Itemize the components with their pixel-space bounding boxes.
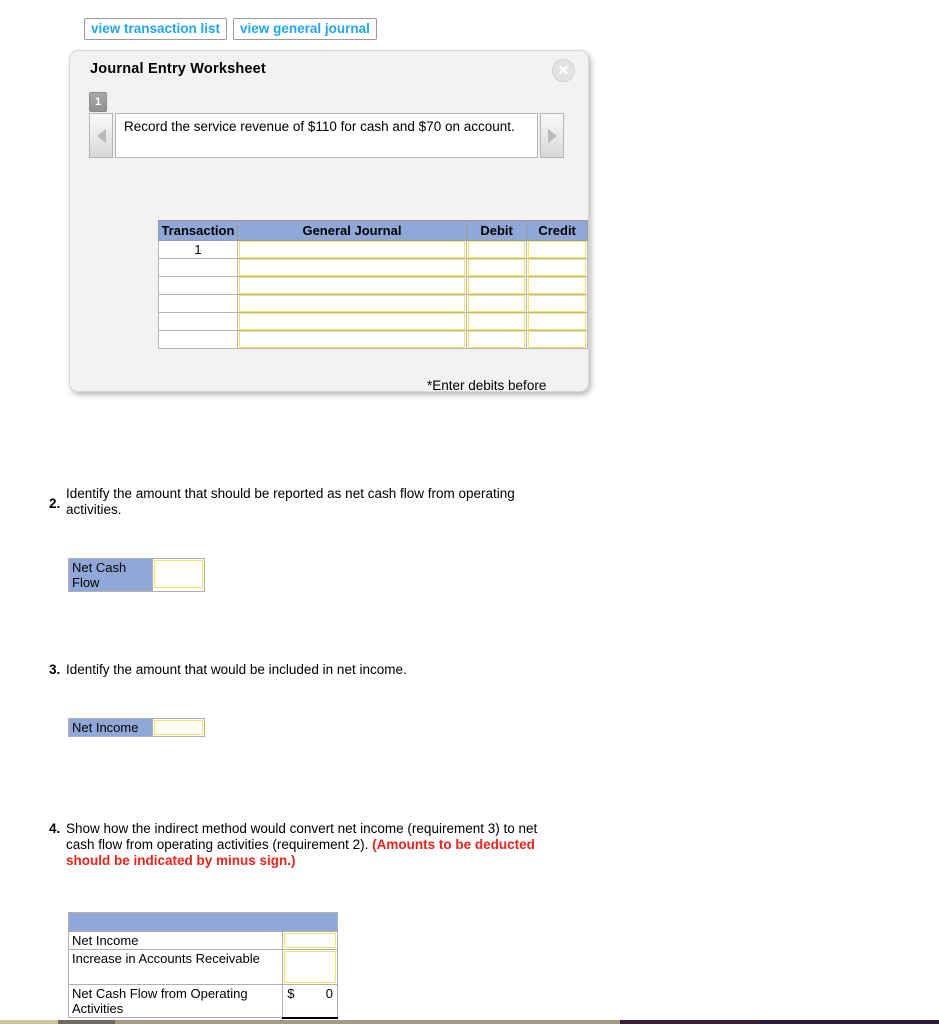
credit-input[interactable] xyxy=(528,313,586,330)
journal-input[interactable] xyxy=(238,295,466,312)
table-row: Net Income xyxy=(67,931,338,950)
journal-input[interactable] xyxy=(238,277,466,294)
journal-entry-worksheet-panel: Journal Entry Worksheet ✕ 1 Record the s… xyxy=(69,50,589,392)
credit-input[interactable] xyxy=(528,277,586,294)
cell-credit[interactable] xyxy=(526,294,588,313)
next-arrow-icon[interactable] xyxy=(540,113,564,158)
cell-debit[interactable] xyxy=(466,276,528,295)
bottom-edge-strip xyxy=(0,1020,939,1024)
table-header-row xyxy=(68,912,338,932)
indirect-table-header xyxy=(68,912,338,932)
table-row xyxy=(158,312,588,331)
cell-general-journal[interactable] xyxy=(236,276,468,295)
debit-input[interactable] xyxy=(468,277,526,294)
journal-input[interactable] xyxy=(238,313,466,330)
cell-debit[interactable] xyxy=(466,240,528,259)
net-cash-flow-value-cell[interactable] xyxy=(151,558,206,592)
cell-general-journal[interactable] xyxy=(236,258,468,277)
cell-transaction xyxy=(158,330,238,349)
row-value-net-income[interactable] xyxy=(282,931,338,950)
table-row: Net Cash Flow xyxy=(68,558,206,592)
question-4-text: Show how the indirect method would conve… xyxy=(66,821,561,869)
credit-input[interactable] xyxy=(528,295,586,312)
cell-credit[interactable] xyxy=(526,312,588,331)
net-cash-flow-table: Net Cash Flow xyxy=(68,558,206,592)
journal-input[interactable] xyxy=(238,259,466,276)
cell-transaction: 1 xyxy=(158,240,238,259)
prev-arrow-icon[interactable] xyxy=(89,113,113,158)
cell-debit[interactable] xyxy=(466,294,528,313)
cell-general-journal[interactable] xyxy=(236,240,468,259)
net-income-table: Net Income xyxy=(67,718,205,737)
table-row xyxy=(158,294,588,313)
question-2-text: Identify the amount that should be repor… xyxy=(66,486,515,517)
row-value-net-cash-flow-operating: $ 0 xyxy=(282,984,338,1019)
transaction-prompt-text: Record the service revenue of $110 for c… xyxy=(115,113,538,158)
net-income-adjust-input[interactable] xyxy=(284,933,336,948)
col-header-debit: Debit xyxy=(466,220,528,241)
increase-ar-input[interactable] xyxy=(284,951,336,983)
debits-before-credits-note: *Enter debits before credits xyxy=(427,378,547,392)
view-toolbar: view transaction list view general journ… xyxy=(84,18,377,40)
cell-transaction xyxy=(158,312,238,331)
cell-credit[interactable] xyxy=(526,240,588,259)
cell-general-journal[interactable] xyxy=(236,312,468,331)
cell-transaction xyxy=(158,258,238,277)
journal-input[interactable] xyxy=(238,331,466,348)
col-header-general-journal: General Journal xyxy=(236,220,468,241)
table-row: 1 xyxy=(158,240,588,259)
row-label-net-income: Net Income xyxy=(67,931,284,950)
table-row: Net Cash Flow from Operating Activities … xyxy=(67,984,338,1019)
table-header-row: Transaction General Journal Debit Credit xyxy=(158,220,588,241)
net-cash-flow-label: Net Cash Flow xyxy=(68,558,153,592)
net-income-label: Net Income xyxy=(67,718,154,737)
debit-input[interactable] xyxy=(468,313,526,330)
table-row xyxy=(158,258,588,277)
view-transaction-list-button[interactable]: view transaction list xyxy=(84,18,228,40)
col-header-transaction: Transaction xyxy=(158,220,238,241)
general-journal-table: Transaction General Journal Debit Credit… xyxy=(158,220,588,349)
cell-general-journal[interactable] xyxy=(236,294,468,313)
cell-general-journal[interactable] xyxy=(236,330,468,349)
cell-debit[interactable] xyxy=(466,330,528,349)
prompt-navigator: Record the service revenue of $110 for c… xyxy=(89,113,564,158)
close-icon[interactable]: ✕ xyxy=(552,59,575,82)
credit-input[interactable] xyxy=(528,331,586,348)
cell-credit[interactable] xyxy=(526,276,588,295)
worksheet-title: Journal Entry Worksheet xyxy=(90,61,266,77)
row-value-increase-ar[interactable] xyxy=(282,949,338,985)
cell-credit[interactable] xyxy=(526,258,588,277)
view-general-journal-button[interactable]: view general journal xyxy=(233,18,377,40)
journal-input[interactable] xyxy=(238,241,466,258)
question-2-number: 2. xyxy=(49,496,61,511)
cell-credit[interactable] xyxy=(526,330,588,349)
question-3-text: Identify the amount that would be includ… xyxy=(66,662,407,677)
table-row xyxy=(158,330,588,349)
debit-input[interactable] xyxy=(468,241,526,258)
cell-debit[interactable] xyxy=(466,312,528,331)
debit-input[interactable] xyxy=(468,331,526,348)
col-header-credit: Credit xyxy=(526,220,588,241)
question-4-number: 4. xyxy=(49,821,61,836)
row-label-increase-ar: Increase in Accounts Receivable xyxy=(67,949,284,985)
table-row xyxy=(158,276,588,295)
row-label-net-cash-flow-operating: Net Cash Flow from Operating Activities xyxy=(67,984,284,1018)
cell-debit[interactable] xyxy=(466,258,528,277)
cell-transaction xyxy=(158,294,238,313)
debit-input[interactable] xyxy=(468,259,526,276)
question-3-number: 3. xyxy=(49,662,61,677)
credit-input[interactable] xyxy=(528,241,586,258)
debit-input[interactable] xyxy=(468,295,526,312)
total-amount: 0 xyxy=(325,986,333,1001)
table-row: Increase in Accounts Receivable xyxy=(67,949,338,985)
net-income-value-cell[interactable] xyxy=(152,718,205,737)
worksheet-tab-1[interactable]: 1 xyxy=(89,92,107,112)
table-row: Net Income xyxy=(67,718,205,737)
credit-input[interactable] xyxy=(528,259,586,276)
cell-transaction xyxy=(158,276,238,295)
net-cash-flow-input[interactable] xyxy=(153,560,203,588)
net-income-input[interactable] xyxy=(154,720,203,735)
indirect-method-table: Net Income Increase in Accounts Receivab… xyxy=(67,912,338,1019)
currency-symbol: $ xyxy=(287,986,295,1001)
